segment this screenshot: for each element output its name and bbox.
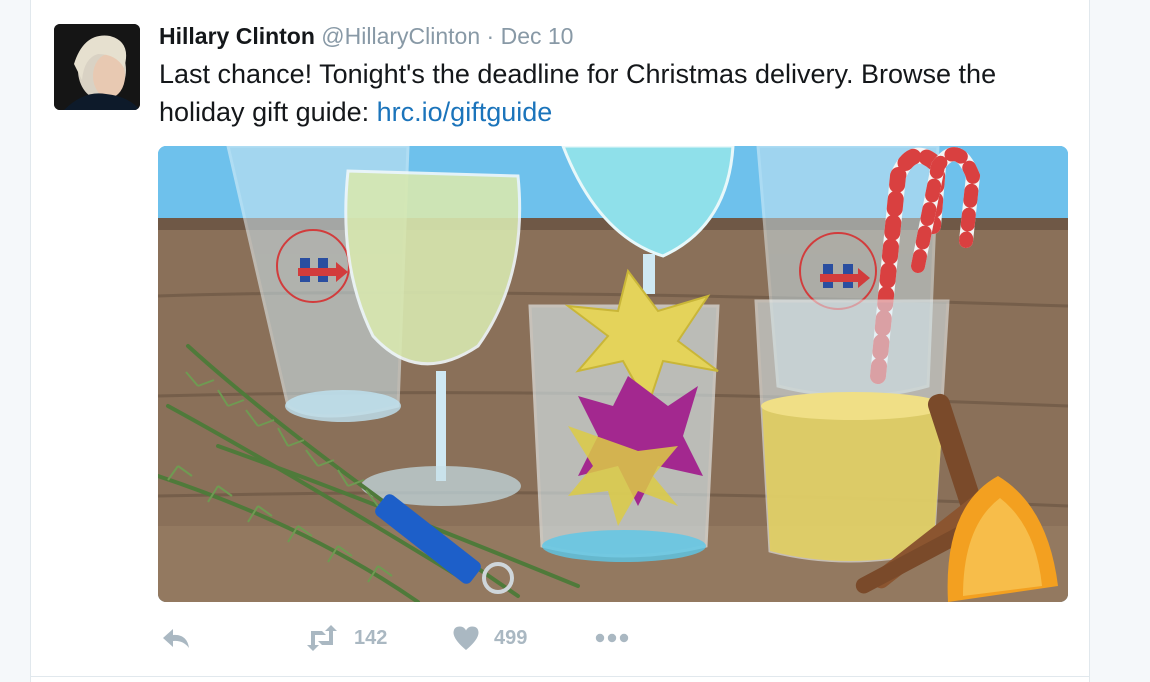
avatar[interactable] <box>54 24 140 110</box>
more-button[interactable] <box>595 620 629 656</box>
tweet-photo[interactable] <box>158 146 1068 602</box>
tweet-card[interactable]: Hillary Clinton @HillaryClinton · Dec 10… <box>30 0 1090 682</box>
tweet-text-body: Last chance! Tonight's the deadline for … <box>159 59 997 127</box>
tweet-text: Last chance! Tonight's the deadline for … <box>159 55 1079 131</box>
like-button[interactable]: 499 <box>452 620 527 656</box>
retweet-button[interactable]: 142 <box>304 620 387 656</box>
retweet-count: 142 <box>354 626 388 649</box>
reply-button[interactable] <box>161 620 191 656</box>
author-name[interactable]: Hillary Clinton <box>159 23 315 49</box>
header-separator: · <box>486 23 495 49</box>
author-handle[interactable]: @HillaryClinton <box>321 23 480 49</box>
gift-guide-link[interactable]: hrc.io/giftguide <box>377 97 553 127</box>
glassware-photo <box>158 146 1068 602</box>
tweet-actions: 142 499 <box>159 620 759 656</box>
retweet-icon <box>307 625 337 651</box>
tweet-date[interactable]: Dec 10 <box>501 23 574 49</box>
reply-icon <box>163 629 189 648</box>
tweet-header: Hillary Clinton @HillaryClinton · Dec 10 <box>159 20 573 52</box>
avatar-portrait <box>54 24 140 110</box>
like-count: 499 <box>494 626 528 649</box>
heart-icon <box>453 626 479 650</box>
card-divider <box>31 676 1089 677</box>
more-icon <box>595 633 629 643</box>
